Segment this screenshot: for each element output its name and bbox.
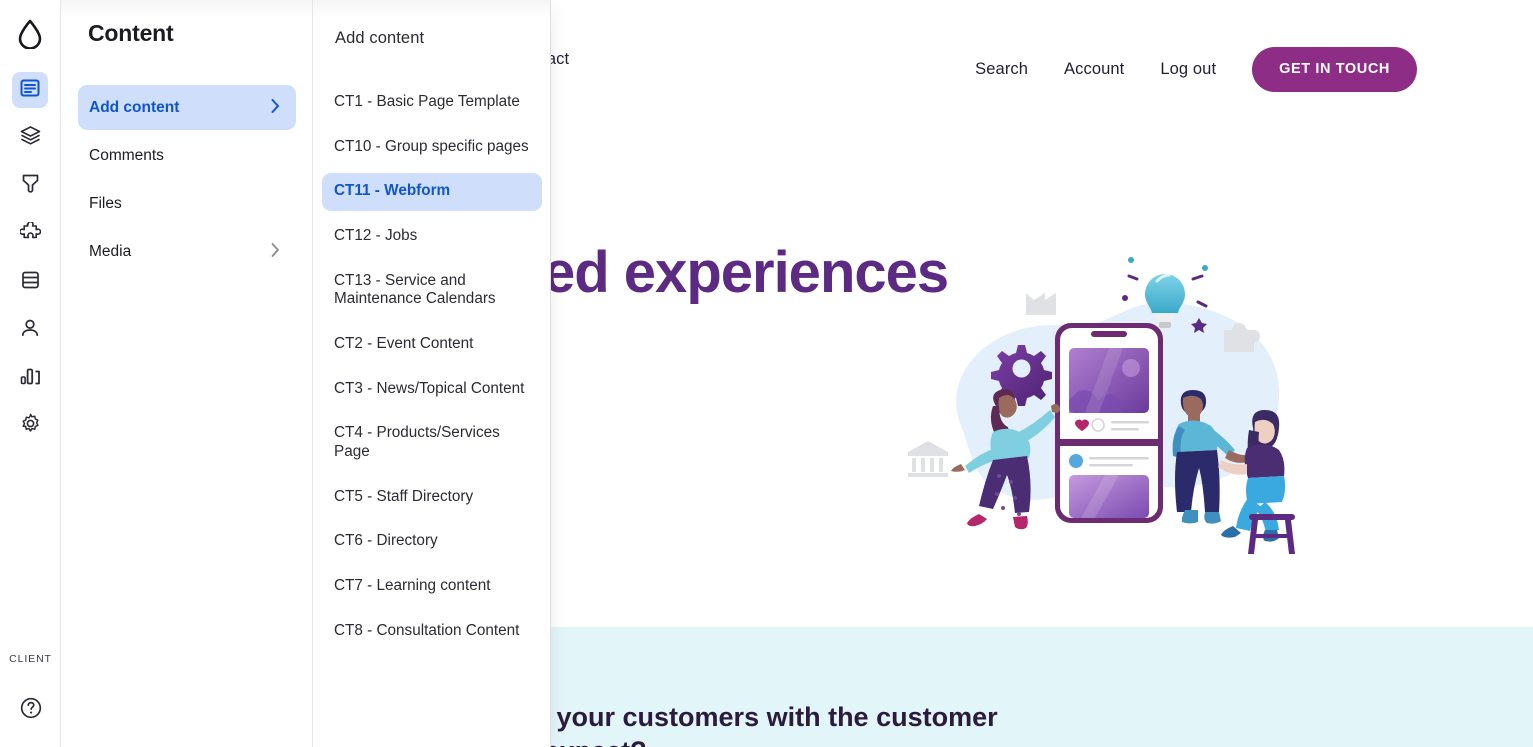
- sidebar-menu: Add content Comments Files Media: [78, 85, 296, 277]
- sidebar-item-add-content[interactable]: Add content: [78, 85, 296, 130]
- bar-chart-reports-icon: [20, 367, 41, 390]
- puzzle-extend-icon: [18, 220, 41, 247]
- hero-illustration: [905, 248, 1325, 568]
- flyout-item-ct10[interactable]: CT10 - Group specific pages: [322, 129, 542, 167]
- add-content-flyout-panel: Add content CT1 - Basic Page Template CT…: [313, 0, 551, 747]
- site-nav-link-search[interactable]: Search: [975, 60, 1028, 79]
- rail-item-configuration[interactable]: [12, 264, 48, 300]
- gear-settings-icon: [20, 413, 41, 439]
- rail-item-appearance[interactable]: [12, 168, 48, 204]
- site-nav-link-account[interactable]: Account: [1064, 60, 1124, 79]
- get-in-touch-button[interactable]: GET IN TOUCH: [1252, 47, 1417, 92]
- rail-item-people[interactable]: [12, 312, 48, 348]
- admin-rail-icons: [12, 72, 48, 456]
- content-sidebar: Content Add content Comments Files Media: [61, 0, 313, 747]
- flyout-item-ct5[interactable]: CT5 - Staff Directory: [322, 479, 542, 517]
- sidebar-item-label: Add content: [89, 98, 180, 116]
- flyout-item-ct6[interactable]: CT6 - Directory: [322, 523, 542, 561]
- admin-rail-footer: CLIENT: [0, 653, 61, 747]
- site-nav-link-logout[interactable]: Log out: [1160, 60, 1216, 79]
- sidebar-item-label: Files: [89, 194, 122, 212]
- sidebar-item-comments[interactable]: Comments: [78, 133, 296, 178]
- flyout-item-ct12[interactable]: CT12 - Jobs: [322, 218, 542, 256]
- content-document-icon: [20, 78, 40, 103]
- sidebar-title: Content: [88, 20, 174, 46]
- rail-item-extend[interactable]: [12, 216, 48, 252]
- flyout-item-ct7[interactable]: CT7 - Learning content: [322, 568, 542, 606]
- sidebar-item-label: Comments: [89, 146, 164, 164]
- layers-structure-icon: [20, 125, 41, 151]
- flyout-top-fade: [313, 0, 550, 18]
- help-button[interactable]: [16, 695, 46, 725]
- client-label: CLIENT: [9, 653, 52, 665]
- flyout-item-ct13[interactable]: CT13 - Service and Maintenance Calendars: [322, 263, 542, 319]
- person-people-icon: [20, 318, 40, 343]
- flyout-item-ct3[interactable]: CT3 - News/Topical Content: [322, 371, 542, 409]
- rail-item-structure[interactable]: [12, 120, 48, 156]
- site-nav-utility-links: Search Account Log out GET IN TOUCH: [975, 47, 1417, 92]
- funnel-appearance-icon: [21, 173, 40, 199]
- flyout-item-ct8[interactable]: CT8 - Consultation Content: [322, 613, 542, 651]
- flyout-item-ct4[interactable]: CT4 - Products/Services Page: [322, 415, 542, 471]
- chevron-right-icon: [271, 243, 280, 260]
- droplet-logo-icon[interactable]: [14, 18, 46, 50]
- rail-item-content[interactable]: [12, 72, 48, 108]
- screen-root: About Contact Search Account Log out GET…: [0, 0, 1533, 747]
- rail-item-settings[interactable]: [12, 408, 48, 444]
- flyout-item-ct1[interactable]: CT1 - Basic Page Template: [322, 84, 542, 122]
- chevron-right-icon: [271, 99, 280, 116]
- flyout-title: Add content: [335, 29, 425, 47]
- flyout-item-ct11[interactable]: CT11 - Webform: [322, 173, 542, 211]
- sidebar-item-files[interactable]: Files: [78, 181, 296, 226]
- question-circle-icon: [19, 696, 43, 725]
- sidebar-item-media[interactable]: Media: [78, 229, 296, 274]
- rail-item-reports[interactable]: [12, 360, 48, 396]
- admin-icon-rail: CLIENT: [0, 0, 61, 747]
- flyout-content-type-list: CT1 - Basic Page Template CT10 - Group s…: [322, 84, 542, 657]
- database-configuration-icon: [21, 270, 40, 295]
- flyout-item-ct2[interactable]: CT2 - Event Content: [322, 326, 542, 364]
- sidebar-top-fade: [61, 0, 312, 18]
- sidebar-item-label: Media: [89, 242, 132, 260]
